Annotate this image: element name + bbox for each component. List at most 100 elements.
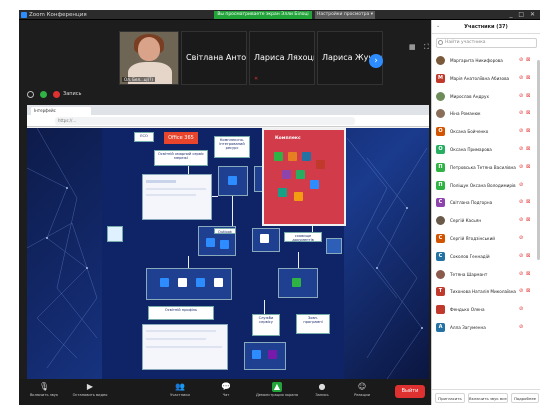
outlook-icon (206, 238, 215, 247)
participant-tile-2[interactable]: Лариса Ляхоць... ✕ (249, 31, 315, 85)
browser-tab[interactable]: Інтерфейс (31, 107, 91, 115)
participant-tile-1[interactable]: Світлана Анто... (181, 31, 247, 85)
app-icon (178, 278, 187, 287)
participant-name: Соколов Геннадій (450, 253, 490, 259)
storage-label: сховище документів (284, 232, 322, 242)
participant-initial-avatar: С (436, 233, 445, 243)
mic-muted-icon: ⊘ (519, 306, 524, 313)
info-icon[interactable] (27, 91, 34, 98)
presentation-background: ЕСО Office 365 Освітній хмарний сервіс м… (27, 128, 429, 379)
screenshot-detail (146, 194, 196, 196)
participants-header: ⌄ Участники (37) (432, 20, 540, 34)
app-tile-icon (294, 192, 303, 201)
participants-icon: 👥 (175, 382, 185, 391)
participant-row[interactable]: О Оксана Примарова ⊘ ⊠ (432, 141, 536, 159)
chat-button[interactable]: 💬 Чат (203, 381, 249, 403)
audio-button[interactable]: 🎙 Включить звук (21, 381, 67, 403)
security-shield-icon[interactable] (40, 91, 47, 98)
mic-muted-icon: ⊘ (519, 145, 524, 152)
participant-name: Оксана Примарова (450, 146, 492, 152)
invite-button[interactable]: Пригласить (435, 393, 465, 403)
participant-initial-avatar: О (436, 127, 445, 137)
slide-corner-panel (262, 128, 346, 226)
camera-icon: ▶ (86, 382, 94, 391)
camera-off-icon: ⊠ (526, 252, 531, 259)
camera-off-icon: ⊠ (526, 270, 531, 277)
video-button[interactable]: ▶ Остановить видео (67, 381, 113, 403)
participants-scrollbar[interactable] (537, 60, 540, 260)
mic-muted-icon: ⊘ (519, 199, 524, 206)
participant-row[interactable]: О Оксана Бойченко ⊘ ⊠ (432, 123, 536, 141)
participant-row[interactable]: Тетяна Шармант ⊘ ⊠ (432, 266, 536, 284)
side-box (326, 238, 342, 254)
app-tile-icon (296, 170, 305, 179)
participant-search-input[interactable]: Найти участника (436, 38, 537, 48)
reactions-button[interactable]: ☺ Реакции (339, 381, 385, 403)
mic-muted-icon: ⊘ (519, 217, 524, 224)
participant-initial-avatar: С (436, 198, 445, 208)
participant-row[interactable]: Сергій Касьян ⊘ ⊠ (432, 212, 536, 230)
app-tile-icon (288, 152, 297, 161)
participant-name: Алла Загуменна (450, 324, 486, 330)
layout-icons[interactable]: ▦ ⛶ (409, 43, 432, 52)
window-controls[interactable]: _ □ ✕ (509, 11, 537, 19)
participant-photo-avatar (436, 56, 445, 65)
view-options-button[interactable]: Настройки просмотра ▾ (315, 11, 375, 19)
participant-row[interactable]: П Петровська Тетяна Василівна ⊘ ⊠ (432, 159, 536, 177)
participant-row[interactable]: Фендько Олена ⊘ (432, 301, 536, 319)
onenote-box (244, 342, 286, 370)
video-thumbnail-speaker[interactable]: Ол. Бел...ці(?) (119, 31, 179, 85)
reactions-icon: ☺ (357, 382, 367, 391)
url-field[interactable]: https://... (55, 117, 355, 125)
slide-corner-label: Комплекс (275, 136, 301, 141)
screenshot-detail (146, 346, 222, 348)
mic-muted-icon: ⊘ (519, 234, 524, 241)
participant-row[interactable]: Мирослав Андрух ⊘ ⊠ (432, 88, 536, 106)
leave-meeting-button[interactable]: Выйти (395, 385, 425, 398)
browser-tab-strip: Інтерфейс (27, 105, 429, 115)
camera-off-icon: ⊠ (526, 288, 531, 295)
participant-name: Тетяна Шармант (450, 271, 488, 277)
participant-photo-avatar (436, 216, 445, 226)
participants-label: Участники (170, 393, 190, 397)
participants-footer: Пригласить Включить звук всех Подробнее (432, 389, 540, 405)
participant-row[interactable]: Т Тихонова Наталія Миколаївна ⊘ ⊠ (432, 283, 536, 301)
people-icon (220, 240, 229, 249)
participant-row[interactable]: С Соколов Геннадій ⊘ ⊠ (432, 248, 536, 266)
record-icon (53, 91, 60, 98)
participant-name: Оксана Бойченко (450, 129, 489, 135)
participants-button[interactable]: 👥 Участники (157, 381, 203, 403)
unmute-all-button[interactable]: Включить звук всех (468, 393, 508, 403)
app-icon (196, 278, 205, 287)
participant-row[interactable]: А Алла Загуменна ⊘ (432, 319, 536, 337)
services-label: Служби сервісу (252, 314, 280, 336)
participant-row[interactable]: П Поліщук Оксана Володимирівна ⊘ (432, 177, 536, 195)
next-page-button[interactable]: › (369, 54, 383, 68)
participant-row[interactable]: М Марія Анатоліївна Абизова ⊘ ⊠ (432, 70, 536, 88)
participant-row[interactable]: С Сергій Ягодзінський ⊘ (432, 230, 536, 248)
window-title: Zoom Конференция (29, 12, 87, 18)
integration-icon (292, 278, 301, 287)
participant-row[interactable]: С Світлана Подгорна ⊘ ⊠ (432, 194, 536, 212)
shared-screen: Інтерфейс https://... ЕСО Office 365 Осв… (27, 105, 429, 379)
camera-off-icon: ⊠ (526, 163, 531, 170)
participant-photo-avatar (436, 91, 445, 101)
mic-muted-icon: ⊘ (519, 323, 524, 330)
app-tile-icon (316, 160, 325, 169)
participant-name: Поліщук Оксана Володимирівна (450, 182, 516, 188)
mic-muted-icon: ⊘ (519, 181, 524, 188)
zoom-window: Zoom Конференция Вы просматриваете экран… (19, 10, 540, 405)
forms-icon (268, 350, 277, 359)
participant-row[interactable]: Маргарита Никифорова ⊘ ⊠ (432, 52, 536, 70)
mic-muted-icon: ⊘ (519, 92, 524, 99)
participant-initial-avatar: С (436, 251, 445, 261)
participant-name: Мирослав Андрух (450, 93, 490, 99)
record-toolbar-icon: ● (318, 382, 326, 391)
share-screen-button[interactable]: ▲ Демонстрация экрана (249, 381, 305, 403)
participant-row[interactable]: Ніна Романюк ⊘ ⊠ (432, 105, 536, 123)
more-button[interactable]: Подробнее (511, 393, 539, 403)
external-programs-label: Зовн. програмні (296, 314, 330, 334)
participant-tile-name: Світлана Анто... (186, 53, 247, 62)
camera-off-icon: ⊠ (526, 74, 531, 81)
participant-initial-avatar: П (436, 180, 445, 190)
